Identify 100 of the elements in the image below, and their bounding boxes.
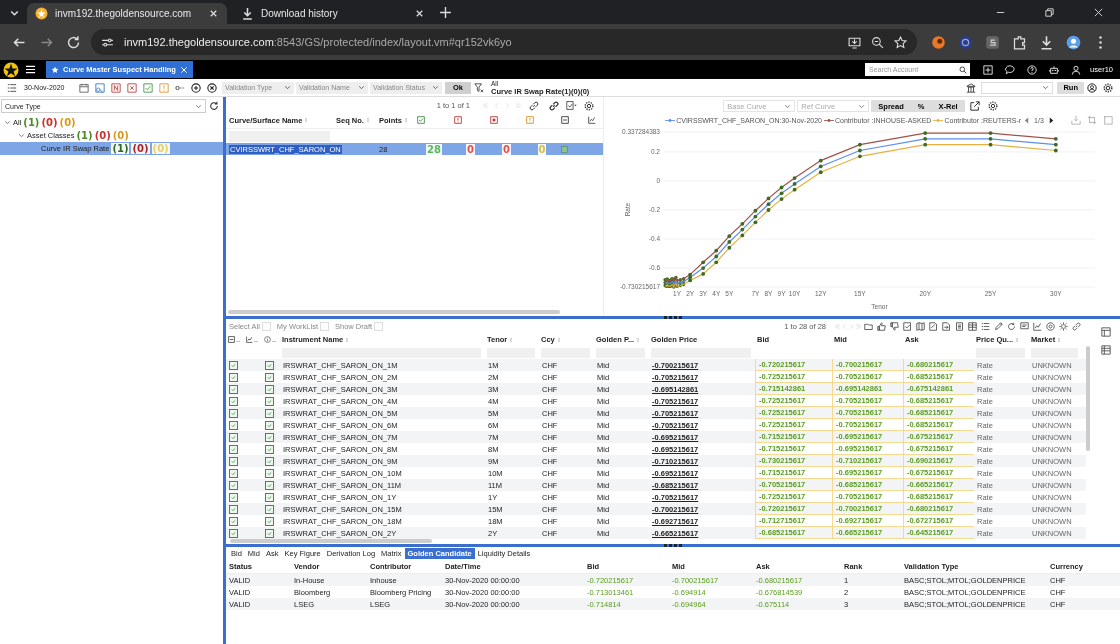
validated-checkbox[interactable]: [265, 480, 274, 490]
install-app-icon[interactable]: [848, 35, 861, 49]
search-icon[interactable]: [959, 65, 968, 74]
data-point[interactable]: [688, 278, 692, 283]
new-tab-icon[interactable]: [439, 5, 452, 19]
validated-checkbox[interactable]: [265, 420, 274, 430]
marker-cluster[interactable]: [663, 275, 686, 289]
folder-icon[interactable]: [864, 321, 873, 331]
chevron-down-icon[interactable]: [4, 119, 11, 126]
add-circle-icon[interactable]: [191, 82, 201, 93]
validated-checkbox[interactable]: [265, 396, 274, 406]
site-settings-icon[interactable]: [101, 35, 114, 49]
address-bar[interactable]: invm192.thegoldensource.com:8543/GS/protected/index/layout.vm#qr152vk6yo: [91, 29, 917, 55]
extension-icon[interactable]: [931, 34, 946, 50]
link-icon[interactable]: [529, 100, 539, 111]
splitter-handle[interactable]: [664, 316, 682, 319]
checkbox[interactable]: [229, 372, 238, 382]
data-point[interactable]: [779, 191, 784, 196]
data-point[interactable]: [688, 272, 692, 277]
scrollbar-thumb[interactable]: [1086, 346, 1090, 451]
refresh-icon[interactable]: [209, 101, 219, 111]
data-point[interactable]: [818, 164, 823, 169]
restore-icon[interactable]: [1044, 6, 1055, 18]
chart-icon[interactable]: [1033, 321, 1042, 331]
profile-icon[interactable]: [1066, 34, 1081, 50]
browser-tab[interactable]: Download history: [233, 3, 433, 24]
help-icon[interactable]: [1027, 64, 1038, 75]
robot-icon[interactable]: [1049, 64, 1060, 75]
list-icon[interactable]: [7, 82, 17, 93]
status-icon[interactable]: [127, 82, 137, 93]
data-point[interactable]: [858, 148, 862, 153]
checkbox[interactable]: [229, 396, 238, 406]
scrollbar-thumb[interactable]: [228, 310, 560, 314]
checkbox[interactable]: [229, 528, 238, 538]
logo-icon[interactable]: [3, 61, 19, 78]
data-point[interactable]: [766, 202, 771, 207]
data-point[interactable]: [714, 260, 719, 265]
refresh-icon[interactable]: [1007, 321, 1016, 331]
checkbox[interactable]: [229, 504, 238, 514]
validated-checkbox[interactable]: [265, 492, 274, 502]
data-point[interactable]: [753, 214, 758, 219]
thumbs-up-icon[interactable]: [877, 321, 886, 331]
data-point[interactable]: [792, 176, 797, 180]
data-point[interactable]: [923, 131, 928, 135]
data-point[interactable]: [988, 136, 993, 141]
scrollbar-thumb[interactable]: [230, 539, 432, 543]
thumbs-down-icon[interactable]: [890, 321, 899, 331]
data-point[interactable]: [727, 245, 732, 250]
validated-checkbox[interactable]: [265, 516, 274, 526]
validated-checkbox[interactable]: [265, 384, 274, 394]
checkbox[interactable]: [229, 516, 238, 526]
data-point[interactable]: [701, 260, 706, 265]
puzzle-icon[interactable]: [1012, 34, 1027, 50]
settings-icon[interactable]: [987, 101, 998, 112]
data-point[interactable]: [727, 234, 732, 239]
checkbox[interactable]: [229, 480, 238, 490]
data-point[interactable]: [792, 182, 797, 186]
data-point[interactable]: [714, 248, 719, 253]
building-icon[interactable]: [966, 82, 977, 93]
link-icon[interactable]: [549, 100, 559, 111]
browser-tab[interactable]: invm192.thegoldensource.com: [27, 3, 227, 24]
validated-checkbox[interactable]: [265, 456, 274, 466]
status-icon[interactable]: [111, 82, 121, 93]
close-circle-icon[interactable]: [207, 82, 217, 93]
edit-document-icon[interactable]: [929, 321, 938, 331]
previous-page-icon[interactable]: [1023, 116, 1031, 124]
checkbox[interactable]: [229, 444, 238, 454]
data-point[interactable]: [858, 142, 862, 147]
checklist-icon[interactable]: [903, 321, 912, 331]
user-circle-icon[interactable]: [1087, 82, 1097, 93]
data-point[interactable]: [792, 187, 797, 192]
dropdown-field[interactable]: [981, 81, 1054, 94]
data-point[interactable]: [753, 208, 758, 213]
data-point[interactable]: [818, 170, 823, 175]
splitter-handle[interactable]: [664, 544, 682, 547]
target-icon[interactable]: [1046, 321, 1055, 331]
data-point[interactable]: [1053, 148, 1058, 153]
filter-icon[interactable]: [474, 82, 484, 93]
validated-checkbox[interactable]: [265, 432, 274, 442]
checkbox[interactable]: [229, 384, 238, 394]
close-icon[interactable]: [208, 8, 219, 19]
checkbox[interactable]: [229, 456, 238, 466]
data-point[interactable]: [701, 272, 706, 276]
checkbox[interactable]: [229, 432, 238, 442]
extension-icon[interactable]: [958, 34, 973, 50]
data-point[interactable]: [988, 131, 993, 135]
data-point[interactable]: [923, 136, 928, 141]
chart-icon[interactable]: [588, 116, 596, 124]
data-point[interactable]: [923, 142, 928, 147]
star-icon[interactable]: [894, 35, 907, 49]
chart-icon[interactable]: [246, 336, 253, 343]
panel-icon[interactable]: [1101, 327, 1111, 337]
export-document-icon[interactable]: [942, 321, 951, 331]
data-point[interactable]: [766, 196, 771, 201]
stop-square-icon[interactable]: [490, 116, 498, 124]
extension-icon[interactable]: [985, 34, 1000, 50]
data-point[interactable]: [818, 158, 823, 163]
table-icon[interactable]: [1101, 345, 1111, 355]
validated-checkbox[interactable]: [265, 360, 274, 370]
status-icon[interactable]: [95, 82, 105, 93]
